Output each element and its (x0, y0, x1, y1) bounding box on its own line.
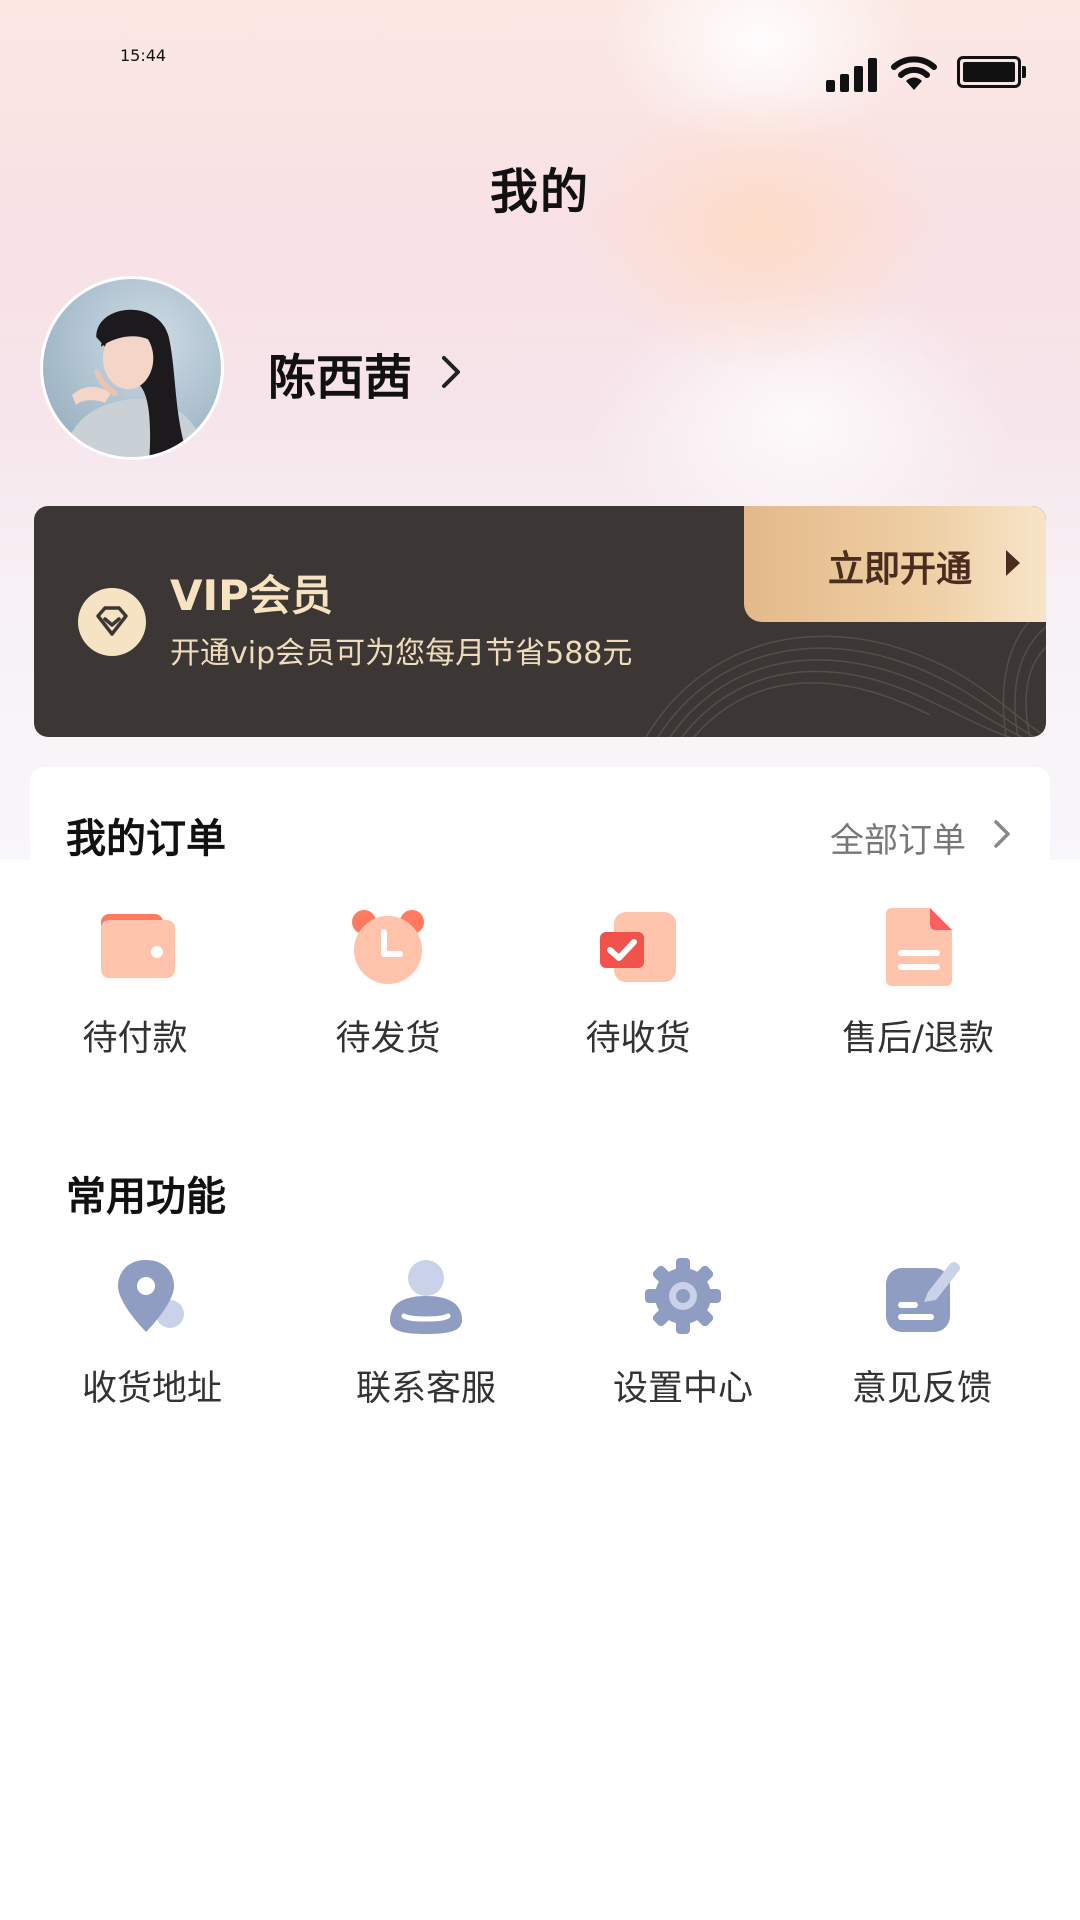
function-label: 收货地址 (81, 1369, 222, 1409)
username[interactable]: 陈西茜 (268, 338, 412, 408)
order-item-label: 待发货 (335, 1019, 441, 1059)
vip-activate-label: 立即开通 (828, 549, 973, 590)
page-title: 我的 (489, 164, 590, 220)
function-shipping-address[interactable]: 收货地址 (52, 1256, 252, 1411)
function-settings[interactable]: 设置中心 (583, 1256, 783, 1411)
gear-icon (643, 1256, 723, 1336)
function-customer-service[interactable]: 联系客服 (326, 1256, 526, 1411)
function-label: 设置中心 (612, 1369, 753, 1409)
battery-icon (957, 56, 1027, 88)
signal-icon (826, 58, 878, 92)
vip-card[interactable]: VIP会员 开通vip会员可为您每月节省588元 立即开通 (34, 506, 1046, 737)
vip-description: 开通vip会员可为您每月节省588元 (170, 636, 633, 671)
function-label: 意见反馈 (851, 1369, 992, 1409)
orders-section-title: 我的订单 (66, 816, 226, 862)
location-pin-icon (112, 1256, 192, 1336)
chevron-right-icon[interactable] (992, 816, 1014, 852)
order-item-label: 售后/退款 (842, 1019, 994, 1059)
person-icon (386, 1256, 466, 1336)
status-time: 15:44 (120, 46, 167, 65)
wallet-icon (95, 906, 175, 986)
functions-section-title: 常用功能 (66, 1174, 226, 1220)
order-item-label: 待收货 (585, 1019, 691, 1059)
order-item-pending-receipt[interactable]: 待收货 (538, 906, 738, 1061)
checked-package-icon (598, 906, 678, 986)
order-item-pending-payment[interactable]: 待付款 (35, 906, 235, 1061)
order-item-label: 待付款 (82, 1019, 188, 1059)
status-bar: 15:44 (0, 0, 1080, 100)
order-item-after-sales[interactable]: 售后/退款 (818, 906, 1018, 1061)
vip-title: VIP会员 (170, 571, 333, 620)
avatar[interactable] (40, 276, 224, 460)
alarm-clock-icon (348, 906, 428, 986)
chevron-right-icon[interactable] (436, 352, 466, 392)
function-label: 联系客服 (355, 1369, 496, 1409)
vip-activate-button[interactable]: 立即开通 (744, 506, 1046, 622)
wifi-icon (890, 54, 938, 92)
triangle-right-icon (1006, 550, 1020, 576)
diamond-icon (78, 588, 146, 656)
function-feedback[interactable]: 意见反馈 (822, 1256, 1022, 1411)
feedback-icon (882, 1256, 962, 1336)
document-icon (878, 906, 958, 986)
order-item-pending-shipment[interactable]: 待发货 (288, 906, 488, 1061)
all-orders-link[interactable]: 全部订单 (830, 813, 966, 862)
